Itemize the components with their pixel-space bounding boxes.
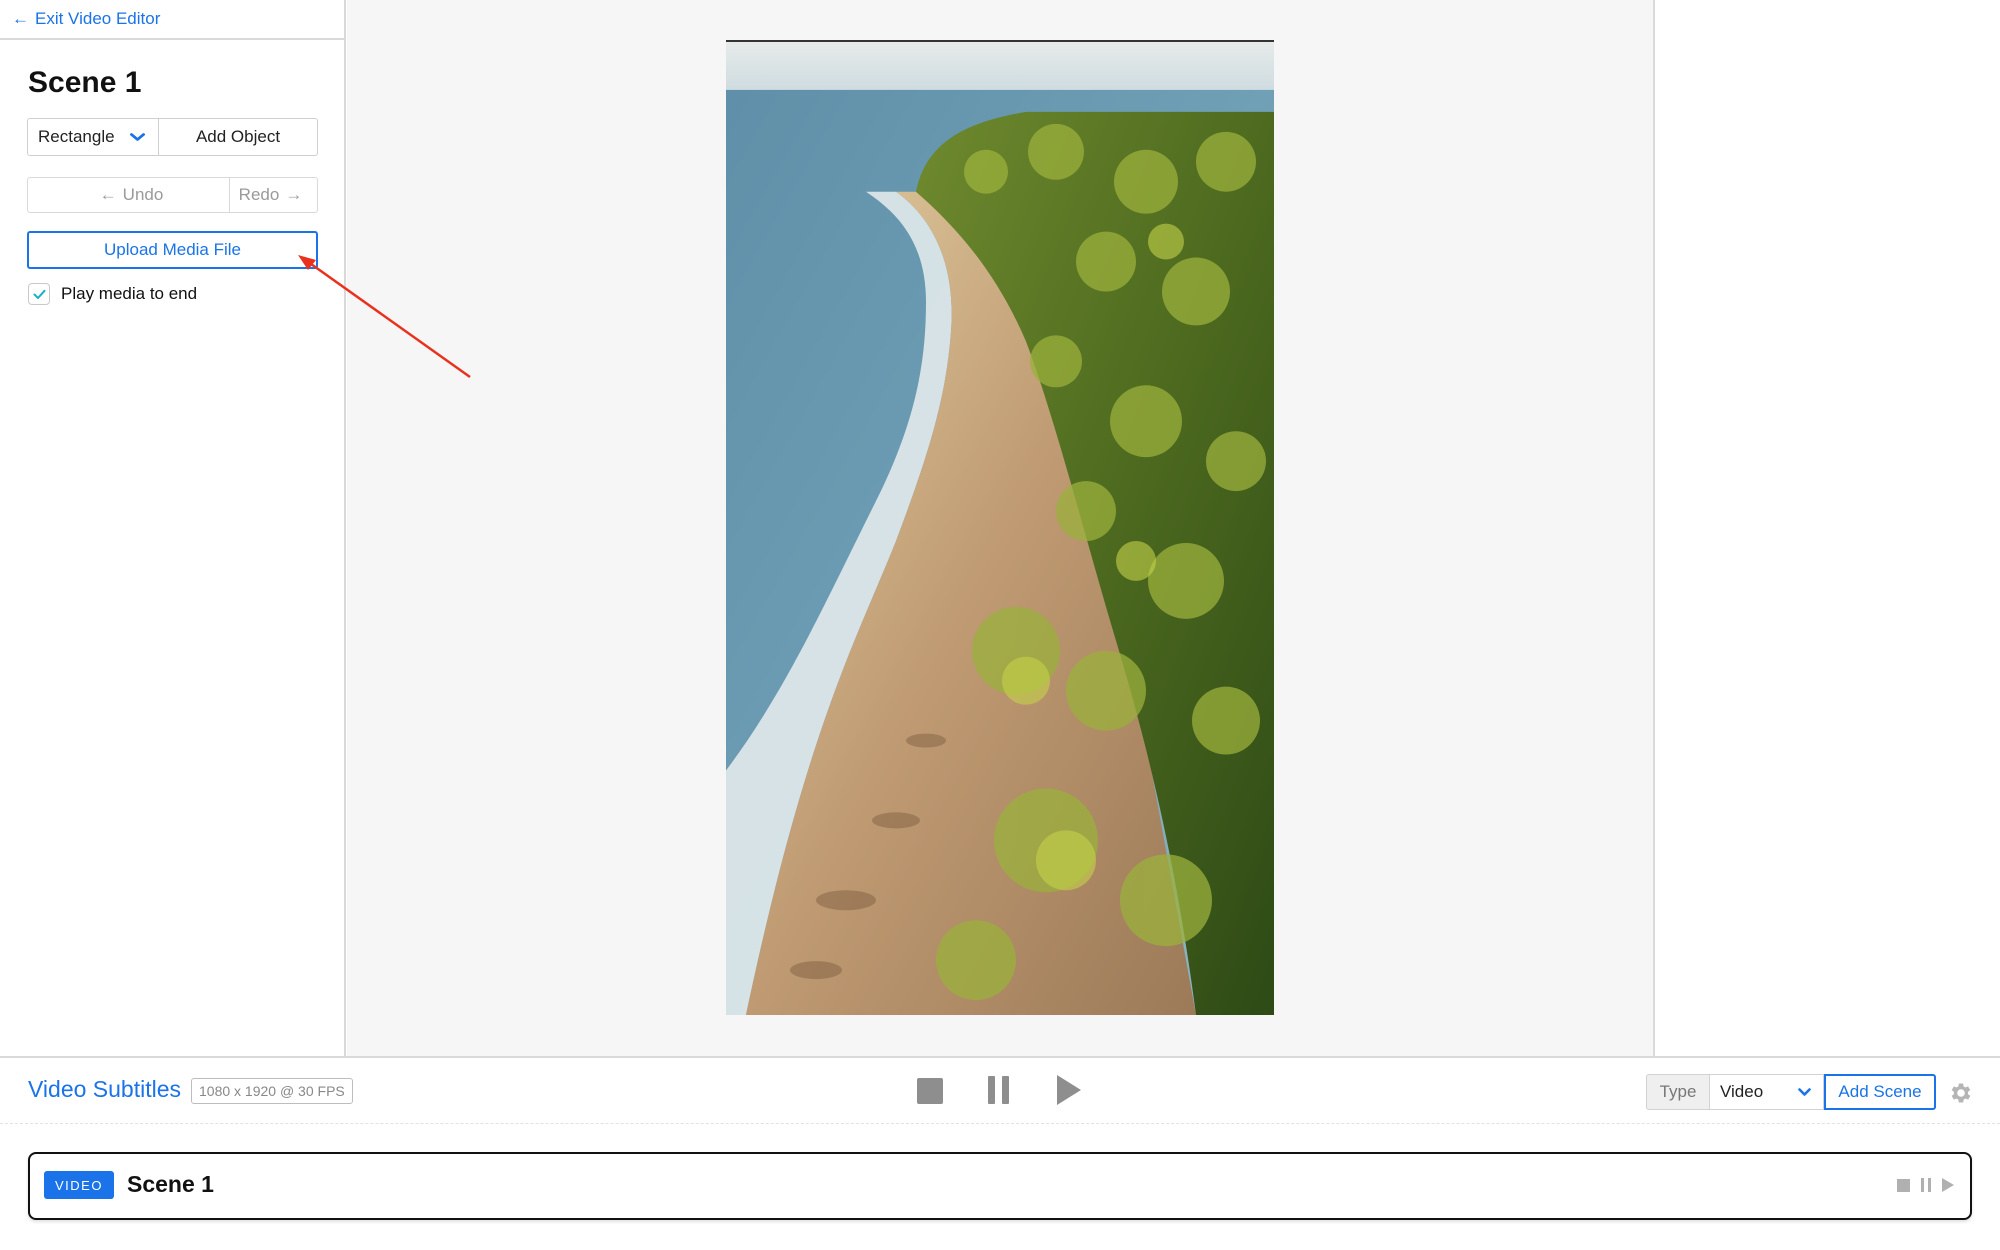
- scene-title: Scene 1: [28, 66, 142, 99]
- scene-type-select[interactable]: Video: [1710, 1074, 1824, 1110]
- scene-mini-controls: [1897, 1178, 1954, 1192]
- scene-track-title: Scene 1: [127, 1171, 214, 1197]
- undo-label: Undo: [122, 185, 164, 204]
- check-icon: [33, 289, 45, 299]
- scene-track[interactable]: VIDEO Scene 1: [28, 1152, 1972, 1220]
- video-editor: ← Exit Video Editor Scene 1 Rectangle Ad…: [0, 0, 2000, 1250]
- scene-type-group: Type Video Add Scene: [1646, 1074, 1936, 1110]
- redo-button[interactable]: Redo →: [230, 177, 318, 213]
- arrow-left-icon: ←: [12, 9, 29, 28]
- add-scene-button[interactable]: Add Scene: [1824, 1074, 1936, 1110]
- type-label: Type: [1646, 1074, 1710, 1110]
- arrow-left-icon: ←: [99, 185, 117, 204]
- gear-icon[interactable]: [1948, 1080, 1974, 1106]
- play-to-end-option: Play media to end: [28, 283, 197, 305]
- object-controls: Rectangle Add Object: [27, 118, 318, 156]
- upload-media-button[interactable]: Upload Media File: [27, 231, 318, 269]
- scene-type-value: Video: [1720, 1082, 1764, 1101]
- video-spec-badge: 1080 x 1920 @ 30 FPS: [191, 1078, 353, 1104]
- stop-icon[interactable]: [917, 1078, 943, 1104]
- shape-select[interactable]: Rectangle: [27, 118, 159, 156]
- project-name[interactable]: Video Subtitles: [28, 1076, 181, 1103]
- pause-icon[interactable]: [988, 1076, 1010, 1104]
- beach-video-frame: [726, 42, 1274, 1015]
- redo-label: Redo: [238, 185, 280, 204]
- play-to-end-label: Play media to end: [61, 284, 198, 303]
- play-icon[interactable]: [1942, 1178, 1954, 1192]
- exit-label: Exit Video Editor: [35, 9, 161, 28]
- play-icon[interactable]: [1057, 1075, 1081, 1105]
- properties-panel: [1653, 0, 2000, 1056]
- chevron-down-icon: [129, 130, 146, 145]
- video-preview[interactable]: [726, 40, 1274, 1015]
- sidebar: ← Exit Video Editor Scene 1 Rectangle Ad…: [0, 0, 346, 1056]
- history-controls: ← Undo Redo →: [27, 177, 318, 213]
- exit-video-editor-link[interactable]: ← Exit Video Editor: [0, 0, 344, 40]
- add-object-button[interactable]: Add Object: [159, 118, 318, 156]
- stop-icon[interactable]: [1897, 1178, 1910, 1192]
- chevron-down-icon: [1798, 1082, 1811, 1102]
- bottom-toolbar: Video Subtitles 1080 x 1920 @ 30 FPS Typ…: [0, 1056, 2000, 1124]
- shape-select-value: Rectangle: [38, 127, 115, 146]
- arrow-right-icon: →: [285, 185, 303, 204]
- undo-button[interactable]: ← Undo: [27, 177, 230, 213]
- pause-icon[interactable]: [1921, 1178, 1931, 1192]
- scene-type-badge: VIDEO: [44, 1171, 114, 1199]
- play-to-end-checkbox[interactable]: [28, 283, 50, 305]
